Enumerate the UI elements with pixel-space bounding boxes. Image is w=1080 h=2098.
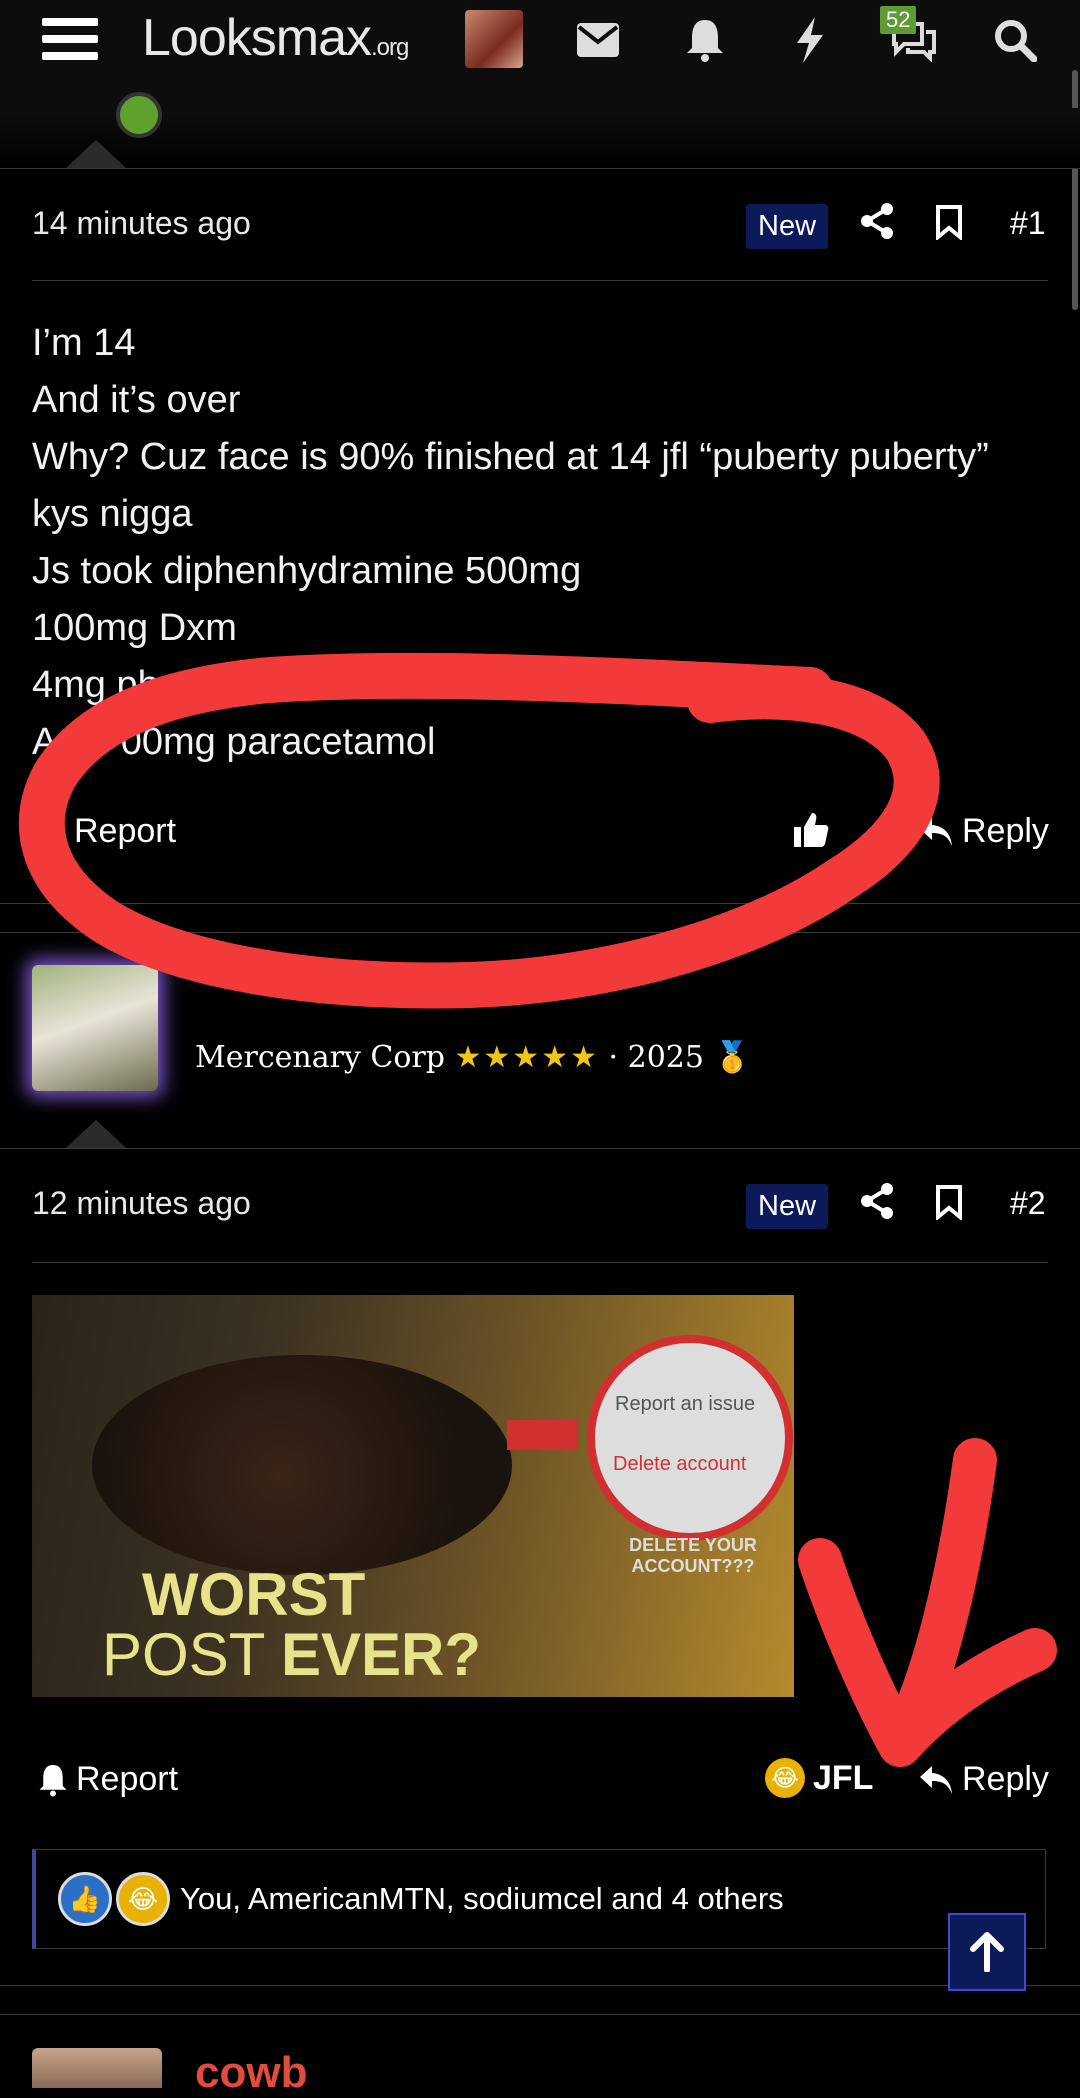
meme-ever-word: EVER?: [280, 1621, 481, 1688]
reactions-text: You, AmericanMTN, sodiumcel and 4 others: [180, 1881, 784, 1916]
reply-label: Reply: [962, 812, 1049, 850]
menu-icon[interactable]: [42, 18, 98, 62]
post1-new-badge: New: [746, 204, 829, 249]
divider: [0, 1985, 1080, 1986]
post1-line: 100mg Dxm: [32, 607, 237, 649]
meme-circle: Report an issue Delete account: [587, 1335, 793, 1541]
online-indicator: [116, 92, 162, 138]
post1-user-strip: [0, 108, 1080, 168]
like-reaction-icon: 👍: [58, 1872, 112, 1926]
meme-post-word: POST: [102, 1621, 265, 1688]
post2-reaction-button[interactable]: 😂 JFL: [765, 1758, 873, 1798]
next-post-username[interactable]: cowb: [195, 2048, 307, 2098]
post1-body: I’m 14 And it’s over Why? Cuz face is 90…: [32, 315, 989, 771]
report-label: Report: [76, 1760, 179, 1798]
post2-user-avatar[interactable]: [32, 965, 158, 1091]
caret-pointer: [66, 1120, 126, 1148]
arrow-up-icon: [970, 1932, 1004, 1972]
search-icon[interactable]: [985, 10, 1045, 70]
post1-timestamp[interactable]: 14 minutes ago: [32, 205, 251, 242]
report-label: Report: [74, 812, 177, 850]
reaction-label: JFL: [813, 1758, 874, 1797]
jfl-emoji-icon: 😂: [765, 1758, 805, 1798]
thumbs-up-icon: [794, 813, 829, 847]
next-post-avatar[interactable]: [32, 2048, 162, 2088]
user-avatar[interactable]: [465, 10, 523, 68]
post1-report-button[interactable]: Report: [38, 812, 176, 851]
meme-faces: [92, 1355, 512, 1575]
post1-line: Js took diphenhydramine 500mg: [32, 550, 582, 592]
post1-reply-button[interactable]: Reply: [918, 812, 1049, 851]
divider: [32, 1262, 1048, 1263]
meme-circle-line2: Delete account: [613, 1453, 747, 1475]
medal-icon: 🥇: [713, 1040, 751, 1075]
post1-line: An 00mg paracetamol: [32, 721, 436, 763]
divider: [0, 903, 1080, 904]
bookmark-icon[interactable]: [935, 1184, 963, 1229]
reactions-summary[interactable]: 👍 😂 You, AmericanMTN, sodiumcel and 4 ot…: [32, 1849, 1046, 1949]
reply-icon: [920, 817, 952, 846]
logo-suffix: .org: [371, 34, 409, 61]
share-icon[interactable]: [860, 202, 894, 249]
share-icon[interactable]: [860, 1182, 894, 1229]
envelope-icon[interactable]: [568, 10, 628, 70]
post1-line: I’m 14: [32, 322, 136, 364]
meme-worst-text: WORST: [142, 1561, 366, 1628]
stars-icon: ★★★★★: [454, 1040, 599, 1075]
top-nav-bar: Looksmax.org 52: [0, 0, 1080, 108]
scrollbar[interactable]: [1072, 70, 1078, 310]
user-title-year: · 2025: [608, 1040, 704, 1075]
caret-pointer: [66, 140, 126, 168]
post2-user-title: Mercenary Corp ★★★★★ · 2025 🥇: [195, 1040, 751, 1075]
post1-line: Why? Cuz face is 90% finished at 14 jfl …: [32, 436, 989, 478]
scroll-to-top-button[interactable]: [948, 1913, 1026, 1991]
divider: [0, 932, 1080, 933]
post2-new-badge: New: [746, 1184, 829, 1229]
bolt-icon[interactable]: [780, 10, 840, 70]
post1-line: 4mg pheni: [32, 664, 210, 706]
meme-delete-text: DELETE YOUR ACCOUNT???: [629, 1535, 757, 1576]
post1-line: kys nigga: [32, 493, 193, 535]
reply-label: Reply: [962, 1760, 1049, 1798]
reply-icon: [920, 1765, 952, 1794]
divider: [32, 280, 1048, 281]
jfl-reaction-icon: 😂: [116, 1872, 170, 1926]
post1-like-button[interactable]: [790, 810, 830, 850]
meme-circle-line1: Report an issue: [615, 1393, 756, 1415]
post1-line: And it’s over: [32, 379, 241, 421]
divider: [0, 168, 1080, 169]
bell-icon[interactable]: [675, 10, 735, 70]
post2-number[interactable]: #2: [1010, 1185, 1046, 1222]
post2-meme-image[interactable]: Report an issue Delete account DELETE YO…: [32, 1295, 794, 1697]
post2-reply-button[interactable]: Reply: [918, 1760, 1049, 1799]
meme-arrow: [507, 1420, 577, 1450]
post1-number[interactable]: #1: [1010, 205, 1046, 242]
site-logo[interactable]: Looksmax.org: [142, 8, 409, 68]
bookmark-icon[interactable]: [935, 204, 963, 249]
bell-icon: [39, 1764, 67, 1796]
divider: [0, 1148, 1080, 1149]
logo-text: Looksmax: [142, 9, 372, 67]
user-title-text: Mercenary Corp: [195, 1040, 445, 1075]
conversations-badge: 52: [880, 6, 917, 34]
divider: [0, 2014, 1080, 2015]
red-scribble-arrow: [798, 1438, 1057, 1767]
meme-post-ever-text: POST EVER?: [102, 1620, 481, 1689]
post2-report-button[interactable]: Report: [38, 1760, 178, 1799]
post2-timestamp[interactable]: 12 minutes ago: [32, 1185, 251, 1222]
